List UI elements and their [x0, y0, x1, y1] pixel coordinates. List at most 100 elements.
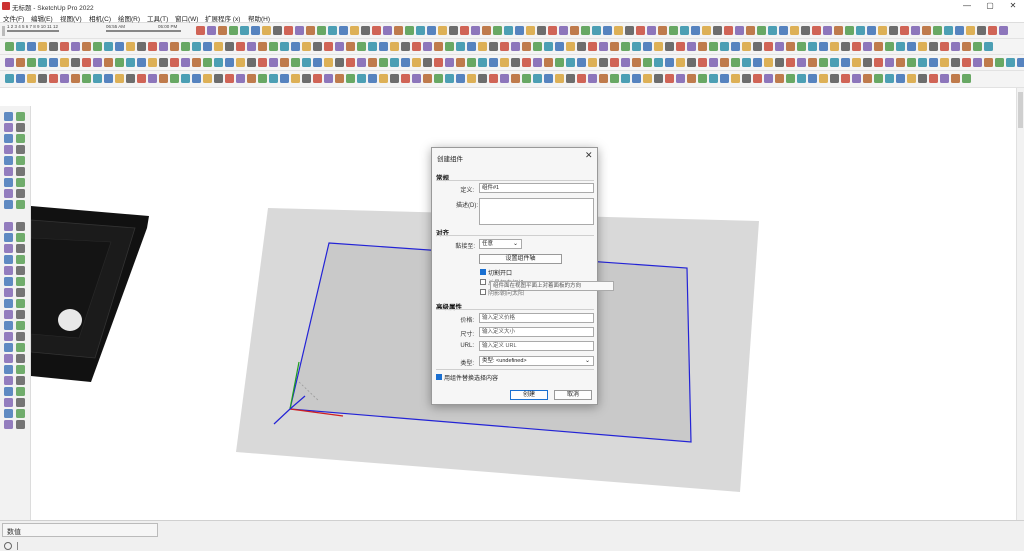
toolbar-tool-icon[interactable]	[940, 42, 949, 51]
toolbar-tool-icon[interactable]	[291, 58, 300, 67]
toolbar-tool-icon[interactable]	[808, 42, 817, 51]
toolbar-tool-icon[interactable]	[405, 26, 414, 35]
toolbar-tool-icon[interactable]	[126, 58, 135, 67]
toolbar-tool-icon[interactable]	[885, 42, 894, 51]
toolbar-tool-icon[interactable]	[720, 58, 729, 67]
toolbar-tool-icon[interactable]	[720, 74, 729, 83]
tool-icon[interactable]	[16, 255, 25, 264]
replace-selection-checkbox[interactable]	[436, 374, 442, 380]
toolbar-tool-icon[interactable]	[878, 26, 887, 35]
toolbar-tool-icon[interactable]	[401, 58, 410, 67]
toolbar-tool-icon[interactable]	[225, 42, 234, 51]
toolbar-tool-icon[interactable]	[874, 74, 883, 83]
toolbar-tool-icon[interactable]	[922, 26, 931, 35]
tool-icon[interactable]	[4, 244, 13, 253]
toolbar-tool-icon[interactable]	[295, 26, 304, 35]
toolbar-tool-icon[interactable]	[863, 74, 872, 83]
toolbar-tool-icon[interactable]	[753, 42, 762, 51]
tool-icon[interactable]	[4, 156, 13, 165]
toolbar-tool-icon[interactable]	[148, 74, 157, 83]
create-button[interactable]: 创建	[510, 390, 548, 400]
tool-icon[interactable]	[4, 277, 13, 286]
toolbar-tool-icon[interactable]	[577, 74, 586, 83]
toolbar-tool-icon[interactable]	[170, 58, 179, 67]
toolbar-tool-icon[interactable]	[830, 58, 839, 67]
toolbar-tool-icon[interactable]	[599, 58, 608, 67]
toolbar-tool-icon[interactable]	[610, 42, 619, 51]
info-icon[interactable]	[4, 542, 12, 550]
toolbar-tool-icon[interactable]	[379, 74, 388, 83]
toolbar-tool-icon[interactable]	[724, 26, 733, 35]
toolbar-tool-icon[interactable]	[350, 26, 359, 35]
toolbar-tool-icon[interactable]	[434, 74, 443, 83]
definition-input[interactable]: 组件#1	[479, 183, 594, 193]
toolbar-tool-icon[interactable]	[93, 74, 102, 83]
tool-icon[interactable]	[4, 222, 13, 231]
toolbar-tool-icon[interactable]	[790, 26, 799, 35]
tool-icon[interactable]	[4, 255, 13, 264]
toolbar-tool-icon[interactable]	[192, 58, 201, 67]
toolbar-tool-icon[interactable]	[830, 74, 839, 83]
tool-icon[interactable]	[4, 365, 13, 374]
toolbar-tool-icon[interactable]	[460, 26, 469, 35]
toolbar-tool-icon[interactable]	[412, 74, 421, 83]
toolbar-tool-icon[interactable]	[82, 74, 91, 83]
toolbar-tool-icon[interactable]	[434, 58, 443, 67]
tool-icon[interactable]	[4, 189, 13, 198]
toolbar-tool-icon[interactable]	[900, 26, 909, 35]
toolbar-tool-icon[interactable]	[335, 42, 344, 51]
toolbar-tool-icon[interactable]	[940, 74, 949, 83]
set-component-axes-button[interactable]: 设置组件轴	[479, 254, 562, 264]
toolbar-tool-icon[interactable]	[38, 58, 47, 67]
toolbar-tool-icon[interactable]	[500, 42, 509, 51]
toolbar-tool-icon[interactable]	[522, 74, 531, 83]
menu-view[interactable]: 视图(V)	[60, 13, 82, 23]
toolbar-tool-icon[interactable]	[357, 74, 366, 83]
toolbar-tool-icon[interactable]	[768, 26, 777, 35]
toolbar-tool-icon[interactable]	[856, 26, 865, 35]
toolbar-tool-icon[interactable]	[610, 58, 619, 67]
tool-icon[interactable]	[4, 299, 13, 308]
toolbar-tool-icon[interactable]	[951, 58, 960, 67]
toolbar-tool-icon[interactable]	[687, 58, 696, 67]
toolbar-tool-icon[interactable]	[526, 26, 535, 35]
toolbar-tool-icon[interactable]	[731, 42, 740, 51]
toolbar-tool-icon[interactable]	[863, 58, 872, 67]
toolbar-tool-icon[interactable]	[962, 74, 971, 83]
toolbar-tool-icon[interactable]	[438, 26, 447, 35]
tool-icon[interactable]	[16, 156, 25, 165]
url-input[interactable]: 输入定义 URL	[479, 341, 594, 351]
toolbar-tool-icon[interactable]	[137, 58, 146, 67]
toolbar-tool-icon[interactable]	[911, 26, 920, 35]
toolbar-tool-icon[interactable]	[566, 58, 575, 67]
toolbar-tool-icon[interactable]	[181, 42, 190, 51]
toolbar-tool-icon[interactable]	[588, 58, 597, 67]
toolbar-tool-icon[interactable]	[379, 42, 388, 51]
toolbar-tool-icon[interactable]	[691, 26, 700, 35]
toolbar-tool-icon[interactable]	[680, 26, 689, 35]
tool-icon[interactable]	[4, 178, 13, 187]
toolbar-tool-icon[interactable]	[896, 58, 905, 67]
toolbar-tool-icon[interactable]	[456, 58, 465, 67]
toolbar-tool-icon[interactable]	[236, 58, 245, 67]
tool-icon[interactable]	[16, 200, 25, 209]
toolbar-tool-icon[interactable]	[207, 26, 216, 35]
toolbar-tool-icon[interactable]	[445, 42, 454, 51]
toolbar-tool-icon[interactable]	[16, 42, 25, 51]
minimize-button[interactable]: —	[956, 1, 978, 11]
toolbar-tool-icon[interactable]	[390, 74, 399, 83]
tool-icon[interactable]	[4, 321, 13, 330]
toolbar-tool-icon[interactable]	[544, 74, 553, 83]
toolbar-tool-icon[interactable]	[273, 26, 282, 35]
toolbar-tool-icon[interactable]	[1006, 58, 1015, 67]
toolbar-tool-icon[interactable]	[236, 74, 245, 83]
toolbar-tool-icon[interactable]	[830, 42, 839, 51]
toolbar-tool-icon[interactable]	[533, 58, 542, 67]
toolbar-tool-icon[interactable]	[379, 58, 388, 67]
toolbar-tool-icon[interactable]	[577, 42, 586, 51]
tool-icon[interactable]	[16, 145, 25, 154]
toolbar-tool-icon[interactable]	[383, 26, 392, 35]
tool-icon[interactable]	[4, 409, 13, 418]
toolbar-tool-icon[interactable]	[390, 42, 399, 51]
toolbar-tool-icon[interactable]	[368, 42, 377, 51]
